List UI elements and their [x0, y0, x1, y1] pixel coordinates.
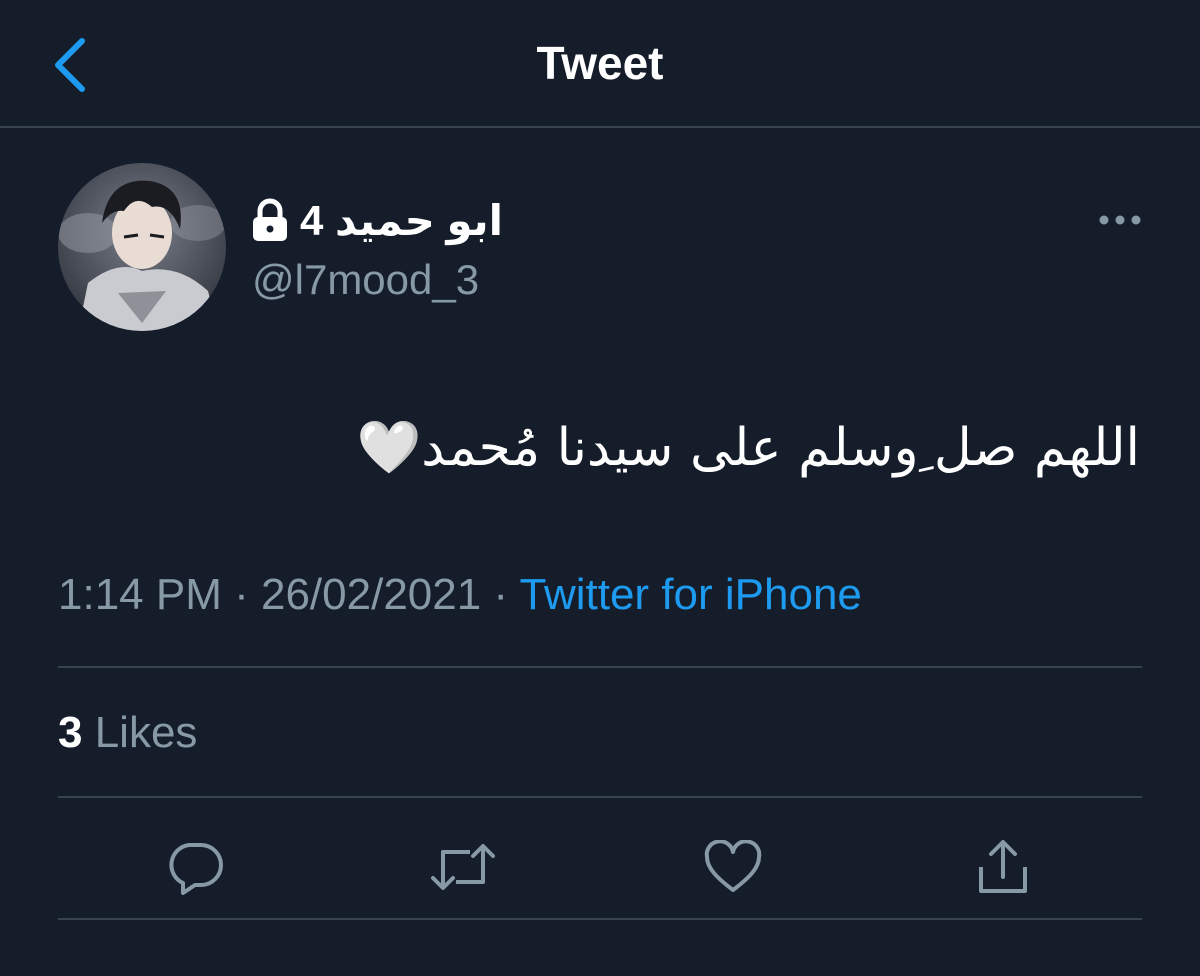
reply-button[interactable]: [160, 832, 230, 902]
reply-icon: [169, 843, 223, 895]
tweet-time: 1:14 PM: [58, 570, 222, 619]
divider: [58, 666, 1142, 668]
tweet-source-link[interactable]: Twitter for iPhone: [520, 570, 862, 619]
share-button[interactable]: [968, 832, 1038, 902]
lock-icon: [250, 198, 290, 242]
meta-separator: ·: [221, 570, 261, 619]
tweet-date: 26/02/2021: [260, 570, 482, 619]
page-title: Tweet: [536, 37, 664, 89]
avatar-image: [58, 163, 226, 331]
like-icon: [704, 840, 762, 892]
top-navigation-bar: Tweet: [0, 0, 1200, 128]
more-options-button[interactable]: [1090, 200, 1150, 240]
retweet-icon: [431, 844, 495, 890]
author-handle[interactable]: @l7mood_3: [252, 256, 479, 304]
author-display-name[interactable]: ابو حميد 4: [300, 196, 503, 245]
divider: [58, 796, 1142, 798]
author-display-name-row: ابو حميد 4: [250, 192, 503, 248]
tweet-text: اللهم صل ِوسلم على سيدنا مُحمد🤍: [356, 418, 1140, 478]
likes-count: 3: [58, 708, 83, 757]
tweet-metadata: 1:14 PM · 26/02/2021 · Twitter for iPhon…: [58, 570, 862, 620]
share-icon: [979, 840, 1027, 893]
like-button[interactable]: [698, 832, 768, 902]
avatar[interactable]: [58, 163, 226, 331]
retweet-button[interactable]: [428, 832, 498, 902]
more-icon: [1099, 215, 1141, 225]
meta-separator: ·: [481, 570, 520, 619]
divider: [58, 918, 1142, 920]
likes-label: Likes: [82, 708, 198, 757]
likes-stat[interactable]: 3 Likes: [58, 708, 197, 758]
